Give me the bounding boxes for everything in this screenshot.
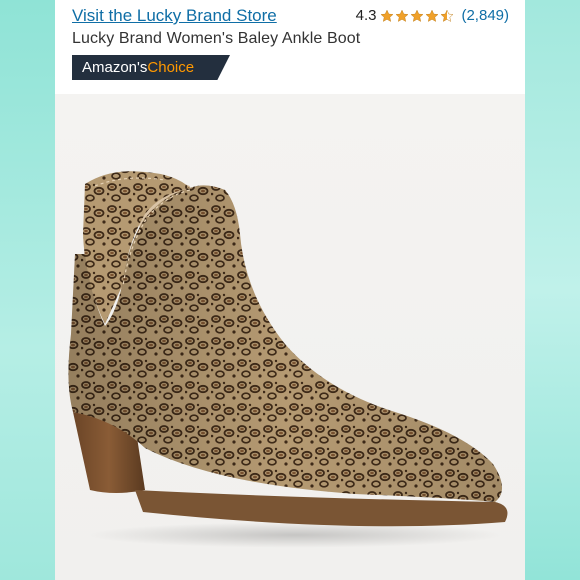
- half-star-icon: [440, 9, 454, 22]
- star-rating[interactable]: [380, 9, 454, 23]
- rating-value: 4.3: [355, 7, 377, 24]
- leopard-ankle-boot-image: [68, 171, 508, 527]
- product-header: Visit the Lucky Brand Store 4.3 (2,849) …: [55, 0, 525, 94]
- left-frame: [0, 0, 55, 580]
- right-frame: [525, 0, 580, 580]
- product-card: Visit the Lucky Brand Store 4.3 (2,849) …: [55, 0, 525, 580]
- star-icon: [380, 9, 394, 22]
- visit-store-link[interactable]: Visit the Lucky Brand Store: [72, 6, 277, 26]
- product-image[interactable]: [55, 94, 525, 580]
- product-title: Lucky Brand Women's Baley Ankle Boot: [72, 30, 361, 47]
- star-icon: [410, 9, 424, 22]
- star-icon: [425, 9, 439, 22]
- star-icon: [395, 9, 409, 22]
- badge-accent: Choice: [147, 59, 195, 76]
- badge-prefix: Amazon's: [82, 59, 148, 76]
- rating-count-link[interactable]: (2,849): [461, 7, 509, 24]
- rating-summary[interactable]: 4.3 (2,849): [356, 7, 509, 24]
